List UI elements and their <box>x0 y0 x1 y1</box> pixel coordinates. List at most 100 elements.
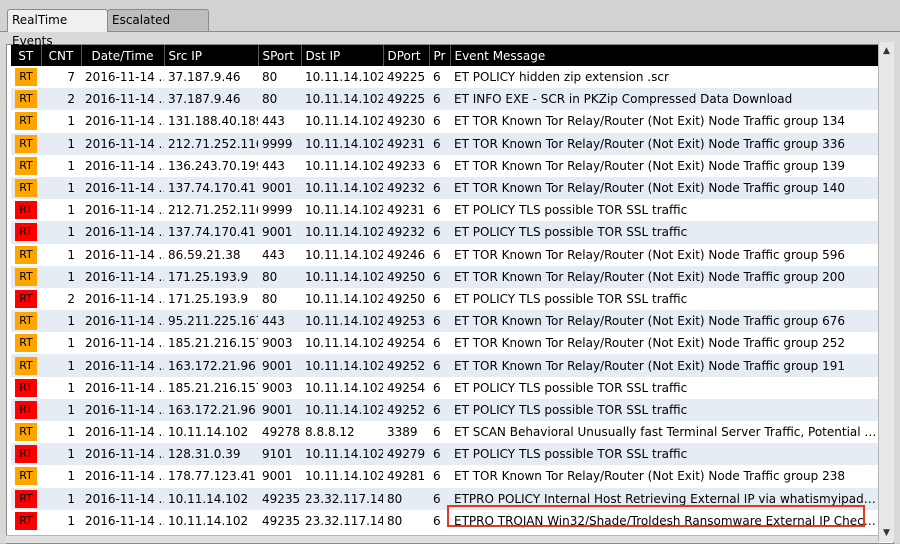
status-badge: RT <box>15 467 37 486</box>
table-row[interactable]: RT 1 2016-11-14 ... 163.172.21.96 9001 10.11.… <box>11 354 883 377</box>
dst-ip-cell: 10.11.14.102 <box>301 398 383 421</box>
events-panel: ST CNT Date/Time Src IP SPort Dst IP DPo… <box>0 31 900 544</box>
table-row[interactable]: RT 1 2016-11-14 ... 137.74.170.41 9001 10.11.… <box>11 221 883 244</box>
protocol-cell: 6 <box>429 110 450 133</box>
event-message-cell: ET TOR Known Tor Relay/Router (Not Exit)… <box>450 132 883 155</box>
status-badge: RT <box>15 201 37 220</box>
vertical-scrollbar[interactable]: ▲ ▼ <box>878 42 894 542</box>
tab-realtime-events[interactable]: RealTime Events <box>7 9 108 48</box>
table-row[interactable]: RT 1 2016-11-14 ... 131.188.40.189 443 10.11.… <box>11 110 883 133</box>
cnt-cell: 7 <box>41 66 81 89</box>
datetime-cell: 2016-11-14 ... <box>81 310 164 333</box>
status-cell: RT <box>11 354 41 377</box>
table-row[interactable]: RT 1 2016-11-14 ... 10.11.14.102 49278 8.8.8.… <box>11 421 883 444</box>
table-row[interactable]: RT 1 2016-11-14 ... 137.74.170.41 9001 10.11.… <box>11 176 883 200</box>
dport-cell: 49254 <box>383 332 429 355</box>
datetime-cell: 2016-11-14 ... <box>81 398 164 421</box>
event-message-cell: ET INFO EXE - SCR in PKZip Compressed Da… <box>450 88 883 111</box>
sport-cell: 443 <box>258 154 301 177</box>
src-ip-cell: 10.11.14.102 <box>164 487 258 510</box>
table-row[interactable]: RT 1 2016-11-14 ... 212.71.252.116 9999 10.11… <box>11 199 883 222</box>
dport-cell: 49250 <box>383 287 429 311</box>
datetime-cell: 2016-11-14 ... <box>81 443 164 466</box>
tab-bar: RealTime Events Escalated Events <box>0 0 900 48</box>
status-cell: RT <box>11 88 41 111</box>
protocol-cell: 6 <box>429 354 450 377</box>
status-badge: RT <box>15 245 37 264</box>
sport-cell: 443 <box>258 243 301 266</box>
sport-cell: 9001 <box>258 354 301 377</box>
src-ip-cell: 137.74.170.41 <box>164 176 258 200</box>
cnt-cell: 1 <box>41 265 81 288</box>
sport-cell: 9001 <box>258 465 301 488</box>
datetime-cell: 2016-11-14 ... <box>81 265 164 288</box>
protocol-cell: 6 <box>429 154 450 177</box>
status-cell: RT <box>11 509 41 532</box>
event-message-cell: ET POLICY TLS possible TOR SSL traffic <box>450 398 883 421</box>
src-ip-cell: 185.21.216.157 <box>164 376 258 399</box>
dst-ip-cell: 10.11.14.102 <box>301 132 383 155</box>
dport-cell: 49252 <box>383 398 429 421</box>
scroll-up-arrow-icon[interactable]: ▲ <box>879 44 894 58</box>
events-table: ST CNT Date/Time Src IP SPort Dst IP DPo… <box>11 45 884 532</box>
table-row[interactable]: RT 1 2016-11-14 ... 10.11.14.102 49235 23.32.… <box>11 487 883 510</box>
table-row[interactable]: RT 7 2016-11-14 ... 37.187.9.46 80 10.11.14.1… <box>11 66 883 89</box>
scroll-down-arrow-icon[interactable]: ▼ <box>879 526 894 540</box>
status-cell: RT <box>11 221 41 244</box>
datetime-cell: 2016-11-14 ... <box>81 199 164 222</box>
sport-cell: 80 <box>258 265 301 288</box>
event-message-cell: ET TOR Known Tor Relay/Router (Not Exit)… <box>450 310 883 333</box>
dst-ip-cell: 10.11.14.102 <box>301 332 383 355</box>
col-header-dst-ip[interactable]: Dst IP <box>301 45 384 66</box>
cnt-cell: 2 <box>41 88 81 111</box>
table-row[interactable]: RT 1 2016-11-14 ... 10.11.14.102 49235 23.32.… <box>11 509 883 532</box>
col-header-sport[interactable]: SPort <box>258 45 302 66</box>
datetime-cell: 2016-11-14 ... <box>81 421 164 444</box>
col-header-src-ip[interactable]: Src IP <box>164 45 259 66</box>
table-row[interactable]: RT 1 2016-11-14 ... 171.25.193.9 80 10.11.14.… <box>11 265 883 288</box>
protocol-cell: 6 <box>429 376 450 399</box>
tab-escalated-events[interactable]: Escalated Events <box>107 9 209 48</box>
dport-cell: 49231 <box>383 132 429 155</box>
src-ip-cell: 171.25.193.9 <box>164 265 258 288</box>
table-row[interactable]: RT 1 2016-11-14 ... 178.77.123.41 9001 10.11.… <box>11 465 883 488</box>
event-message-cell: ET TOR Known Tor Relay/Router (Not Exit)… <box>450 110 883 133</box>
table-row[interactable]: RT 1 2016-11-14 ... 86.59.21.38 443 10.11.14.… <box>11 243 883 266</box>
datetime-cell: 2016-11-14 ... <box>81 243 164 266</box>
datetime-cell: 2016-11-14 ... <box>81 509 164 532</box>
dst-ip-cell: 8.8.8.12 <box>301 421 383 444</box>
cnt-cell: 1 <box>41 199 81 222</box>
table-row[interactable]: RT 1 2016-11-14 ... 212.71.252.116 9999 10.11… <box>11 132 883 155</box>
sport-cell: 49235 <box>258 487 301 510</box>
table-row[interactable]: RT 1 2016-11-14 ... 185.21.216.157 9003 10.11… <box>11 332 883 355</box>
protocol-cell: 6 <box>429 199 450 222</box>
table-row[interactable]: RT 1 2016-11-14 ... 185.21.216.157 9003 10.11… <box>11 376 883 399</box>
datetime-cell: 2016-11-14 ... <box>81 376 164 399</box>
protocol-cell: 6 <box>429 132 450 155</box>
col-header-datetime[interactable]: Date/Time <box>81 45 165 66</box>
dst-ip-cell: 10.11.14.102 <box>301 265 383 288</box>
src-ip-cell: 178.77.123.41 <box>164 465 258 488</box>
col-header-dport[interactable]: DPort <box>383 45 430 66</box>
table-row[interactable]: RT 1 2016-11-14 ... 163.172.21.96 9001 10.11.… <box>11 398 883 421</box>
sport-cell: 9001 <box>258 398 301 421</box>
table-row[interactable]: RT 1 2016-11-14 ... 95.211.225.167 443 10.11.… <box>11 310 883 333</box>
table-row[interactable]: RT 1 2016-11-14 ... 128.31.0.39 9101 10.11.14… <box>11 443 883 466</box>
dst-ip-cell: 10.11.14.102 <box>301 376 383 399</box>
col-header-pr[interactable]: Pr <box>429 45 451 66</box>
table-row[interactable]: RT 2 2016-11-14 ... 37.187.9.46 80 10.11.14.1… <box>11 88 883 111</box>
col-header-event-message[interactable]: Event Message <box>450 45 884 66</box>
src-ip-cell: 131.188.40.189 <box>164 110 258 133</box>
table-row[interactable]: RT 1 2016-11-14 ... 136.243.70.199 443 10.11.… <box>11 154 883 177</box>
event-message-cell: ETPRO TROJAN Win32/Shade/Troldesh Ransom… <box>450 509 883 532</box>
src-ip-cell: 163.172.21.96 <box>164 354 258 377</box>
event-message-cell: ET TOR Known Tor Relay/Router (Not Exit)… <box>450 176 883 200</box>
status-cell: RT <box>11 199 41 222</box>
table-row[interactable]: RT 2 2016-11-14 ... 171.25.193.9 80 10.11.14.… <box>11 287 883 311</box>
status-badge: RT <box>15 179 37 198</box>
horizontal-scrollbar[interactable] <box>6 535 878 543</box>
sport-cell: 9001 <box>258 176 301 200</box>
status-cell: RT <box>11 310 41 333</box>
datetime-cell: 2016-11-14 ... <box>81 465 164 488</box>
dport-cell: 3389 <box>383 421 429 444</box>
